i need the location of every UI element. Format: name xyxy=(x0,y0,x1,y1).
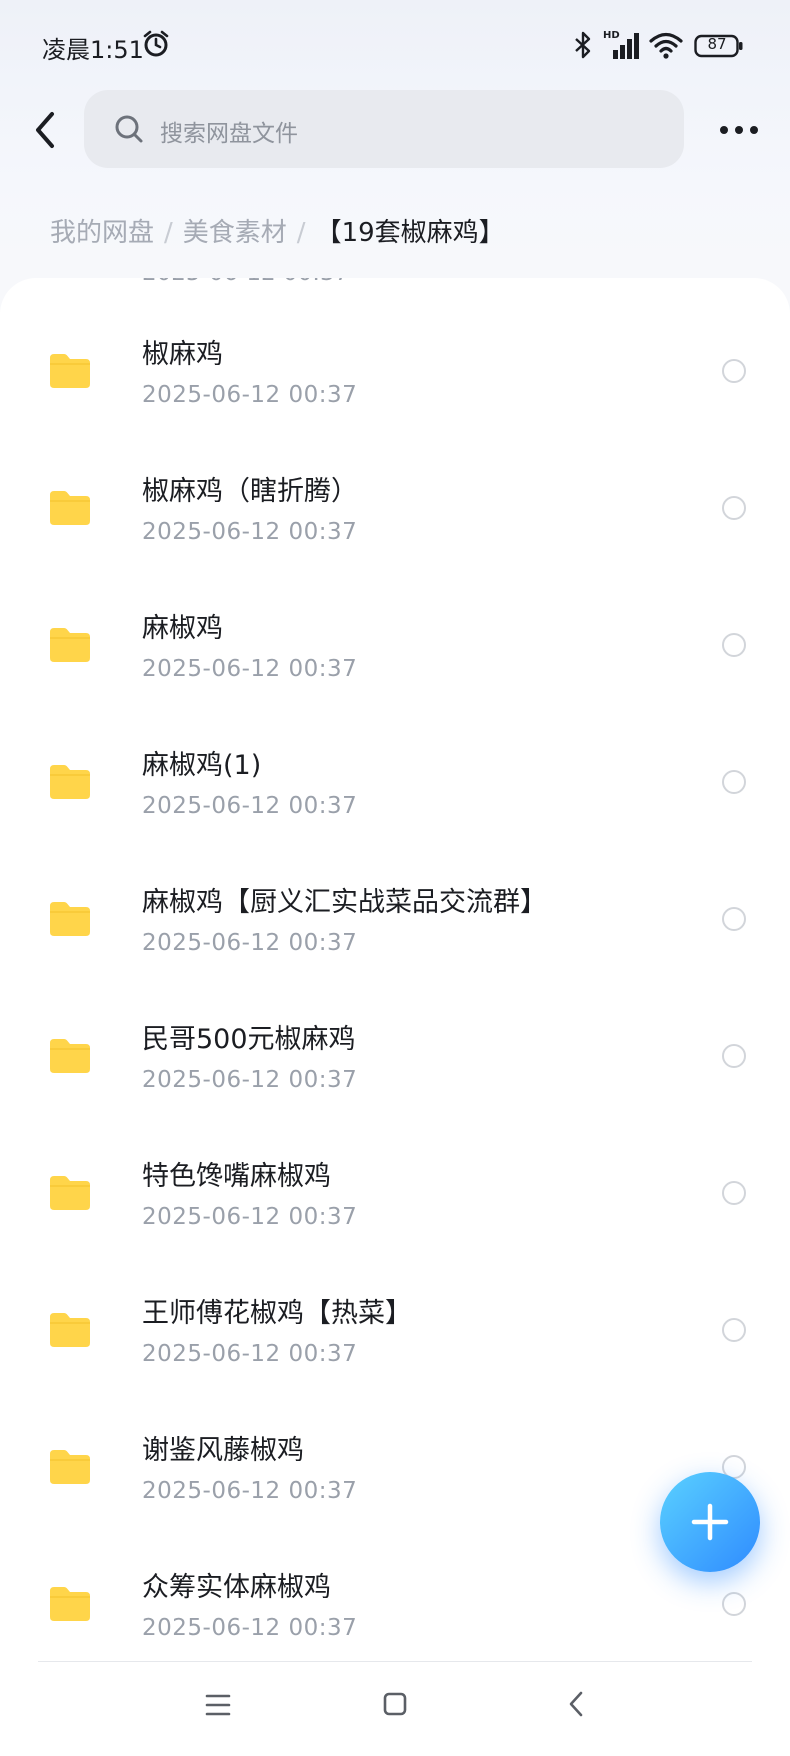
recent-apps-icon[interactable] xyxy=(204,1692,232,1718)
folder-row[interactable]: 麻椒鸡【厨义汇实战菜品交流群】 2025-06-12 00:37 xyxy=(0,850,790,987)
folder-date: 2025-06-12 00:37 xyxy=(142,1341,358,1367)
folder-icon xyxy=(50,1313,90,1347)
status-time: 凌晨1:51 xyxy=(42,36,144,64)
more-options-icon[interactable] xyxy=(714,110,764,150)
folder-date: 2025-06-12 00:37 xyxy=(142,382,358,408)
folder-date: 2025-06-12 00:37 xyxy=(142,930,358,956)
folder-icon xyxy=(50,1587,90,1621)
signal-icon xyxy=(613,33,639,59)
breadcrumb: 我的网盘 / 美食素材 / 【19套椒麻鸡】 xyxy=(50,212,505,249)
folder-name: 王师傅花椒鸡【热菜】 xyxy=(142,1298,412,1329)
system-nav-bar xyxy=(0,1662,790,1756)
search-icon xyxy=(115,115,143,143)
folder-date: 2025-06-12 00:37 xyxy=(142,793,358,819)
folder-name: 麻椒鸡(1) xyxy=(142,750,262,781)
breadcrumb-separator: / xyxy=(164,218,173,248)
folder-date: 2025-06-12 00:37 xyxy=(142,656,358,682)
folder-row[interactable]: 椒麻鸡 2025-06-12 00:37 xyxy=(0,302,790,439)
folder-icon xyxy=(50,765,90,799)
folder-name: 椒麻鸡（瞎折腾） xyxy=(142,476,358,507)
select-checkbox[interactable] xyxy=(722,1181,746,1205)
add-button[interactable] xyxy=(660,1472,760,1572)
folder-icon xyxy=(50,628,90,662)
back-button[interactable] xyxy=(24,100,66,160)
folder-date: 2025-06-12 00:37 xyxy=(142,1615,358,1641)
folder-name: 麻椒鸡【厨义汇实战菜品交流群】 xyxy=(142,887,547,918)
breadcrumb-my-drive[interactable]: 我的网盘 xyxy=(50,218,154,248)
home-icon[interactable] xyxy=(382,1690,408,1718)
select-checkbox[interactable] xyxy=(722,496,746,520)
folder-date: 2025-06-12 00:37 xyxy=(142,1067,358,1093)
search-placeholder: 搜索网盘文件 xyxy=(160,121,298,147)
plus-icon xyxy=(691,1503,729,1541)
select-checkbox[interactable] xyxy=(722,1318,746,1342)
folder-row[interactable]: 麻椒鸡 2025-06-12 00:37 xyxy=(0,576,790,713)
folder-date: 2025-06-12 00:37 xyxy=(142,1204,358,1230)
select-checkbox[interactable] xyxy=(722,359,746,383)
folder-name: 众筹实体麻椒鸡 xyxy=(142,1572,331,1603)
folder-icon xyxy=(50,1039,90,1073)
status-bar: 凌晨1:51 HD 87 xyxy=(0,0,790,92)
folder-row[interactable]: 王师傅花椒鸡【热菜】 2025-06-12 00:37 xyxy=(0,1261,790,1398)
search-input[interactable]: 搜索网盘文件 xyxy=(84,90,684,168)
select-checkbox[interactable] xyxy=(722,633,746,657)
file-list[interactable]: 2025-06-12 00:37 椒麻鸡 2025-06-12 00:37 椒麻… xyxy=(0,278,790,1662)
select-checkbox[interactable] xyxy=(722,1592,746,1616)
folder-name: 谢鉴风藤椒鸡 xyxy=(142,1435,304,1466)
bluetooth-icon xyxy=(575,31,591,59)
wifi-icon xyxy=(649,32,683,59)
folder-row[interactable]: 麻椒鸡(1) 2025-06-12 00:37 xyxy=(0,713,790,850)
select-checkbox[interactable] xyxy=(722,1044,746,1068)
alarm-icon xyxy=(143,30,169,57)
select-checkbox[interactable] xyxy=(722,770,746,794)
folder-icon xyxy=(50,1450,90,1484)
folder-row[interactable]: 椒麻鸡（瞎折腾） 2025-06-12 00:37 xyxy=(0,439,790,576)
partial-row-date: 2025-06-12 00:37 xyxy=(142,278,349,286)
folder-name: 麻椒鸡 xyxy=(142,613,223,644)
folder-icon xyxy=(50,1176,90,1210)
folder-icon xyxy=(50,491,90,525)
folder-date: 2025-06-12 00:37 xyxy=(142,519,358,545)
breadcrumb-food-assets[interactable]: 美食素材 xyxy=(183,218,287,248)
folder-date: 2025-06-12 00:37 xyxy=(142,1478,358,1504)
folder-row[interactable]: 民哥500元椒麻鸡 2025-06-12 00:37 xyxy=(0,987,790,1124)
select-checkbox[interactable] xyxy=(722,907,746,931)
breadcrumb-separator: / xyxy=(296,218,306,248)
breadcrumb-current-folder: 【19套椒麻鸡】 xyxy=(315,218,505,248)
folder-icon xyxy=(50,902,90,936)
folder-row[interactable]: 特色馋嘴麻椒鸡 2025-06-12 00:37 xyxy=(0,1124,790,1261)
battery-level: 87 xyxy=(707,35,727,53)
folder-name: 民哥500元椒麻鸡 xyxy=(142,1024,356,1055)
nav-back-icon[interactable] xyxy=(566,1688,586,1720)
folder-icon xyxy=(50,354,90,388)
folder-name: 特色馋嘴麻椒鸡 xyxy=(142,1161,331,1192)
folder-name: 椒麻鸡 xyxy=(142,339,223,370)
